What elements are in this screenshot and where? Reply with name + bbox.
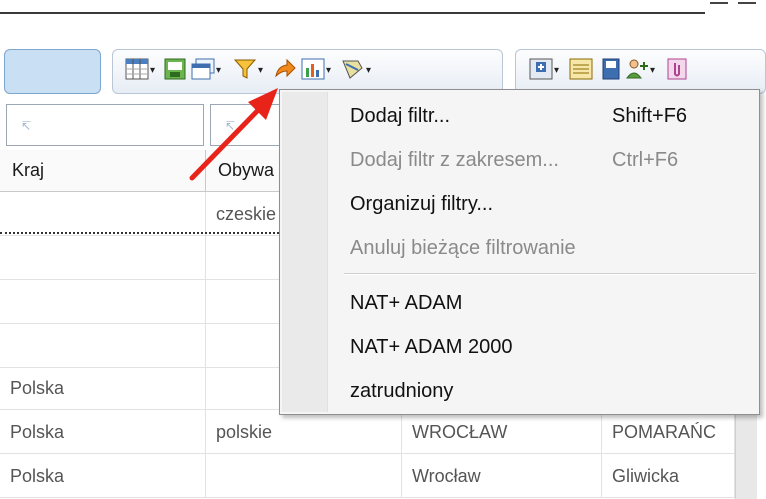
table-cell: POMARAŃC [602,410,735,454]
filter-context-menu: Dodaj filtr... Shift+F6 Dodaj filtr z za… [279,89,760,415]
table-row[interactable]: Polska polskie WROCŁAW POMARAŃC [0,410,735,454]
chart-icon[interactable] [300,56,326,82]
menu-item-label: NAT+ ADAM 2000 [350,336,513,358]
export-icon[interactable] [162,56,188,82]
table-cell: Gliwicka [602,454,735,498]
columns-icon[interactable] [124,56,150,82]
list-icon[interactable] [568,56,594,82]
menu-item-saved-filter[interactable]: zatrudniony [350,374,750,410]
table-row[interactable]: Polska Wrocław Gliwicka [0,454,735,498]
table-cell: Polska [0,366,206,410]
filter-placeholder-icon: ↸ [21,119,32,133]
menu-item-label: zatrudniony [350,380,454,402]
table-cell [0,236,206,280]
menu-item-label: Dodaj filtr z zakresem... [350,149,559,171]
window-top-border [0,12,705,14]
user-add-dropdown-icon[interactable]: ▾ [650,66,655,76]
menu-item-saved-filter[interactable]: NAT+ ADAM [350,286,750,322]
search-input[interactable] [4,49,101,94]
menu-item-cancel-filtering: Anuluj bieżące filtrowanie [350,231,750,267]
table-cell: Polska [0,410,206,454]
menu-item-add-filter[interactable]: Dodaj filtr... Shift+F6 [350,99,750,135]
add-icon[interactable] [528,56,554,82]
share-arrow-icon[interactable] [272,56,298,82]
attach-icon[interactable] [664,56,690,82]
window-icon[interactable] [190,56,216,82]
menu-item-shortcut: Ctrl+F6 [612,149,679,171]
table-cell: polskie [206,410,402,454]
table-cell [0,280,206,324]
red-arrow-annotation [189,88,278,181]
maximize-icon[interactable] [738,2,756,4]
menu-item-label: Anuluj bieżące filtrowanie [350,237,576,259]
column-header-kraj[interactable]: Kraj [0,150,206,192]
add-dropdown-icon[interactable]: ▾ [554,66,559,76]
minimize-icon[interactable] [710,2,728,4]
chart-dropdown-icon[interactable]: ▾ [326,66,331,76]
user-add-icon[interactable] [624,56,650,82]
menu-item-label: Organizuj filtry... [350,193,493,215]
brush-dropdown-icon[interactable]: ▾ [366,66,371,76]
table-cell: Polska [0,454,206,498]
filter-icon[interactable] [232,56,258,82]
brush-icon[interactable] [340,56,366,82]
menu-item-saved-filter[interactable]: NAT+ ADAM 2000 [350,330,750,366]
menu-item-label: Dodaj filtr... [350,105,451,127]
filter-cell-kraj[interactable]: ↸ [6,104,204,146]
table-cell: WROCŁAW [402,410,602,454]
table-cell [0,324,206,368]
menu-item-label: NAT+ ADAM [350,292,463,314]
table-cell [0,192,206,236]
table-cell: Wrocław [402,454,602,498]
table-cell [206,454,402,498]
window-dropdown-icon[interactable]: ▾ [216,66,221,76]
columns-dropdown-icon[interactable]: ▾ [150,66,155,76]
menu-item-shortcut: Shift+F6 [612,105,688,127]
menu-item-add-range-filter: Dodaj filtr z zakresem... Ctrl+F6 [350,143,750,179]
filter-dropdown-icon[interactable]: ▾ [258,66,263,76]
menu-separator [344,273,756,275]
save-icon[interactable] [598,56,624,82]
menu-item-organize-filters[interactable]: Organizuj filtry... [350,187,750,223]
